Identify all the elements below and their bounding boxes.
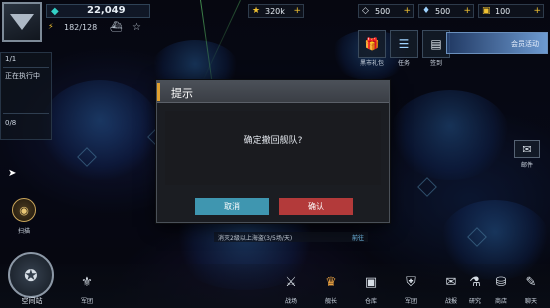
task-icon: ☰ [398, 37, 410, 51]
resource-value: 500 [435, 7, 451, 16]
plus-icon[interactable]: + [403, 6, 411, 16]
mouse-cursor-icon: ➤ [8, 168, 17, 179]
quick-menu-label: 黑市礼包 [359, 60, 384, 67]
star-outline-icon[interactable]: ☆ [132, 22, 141, 33]
resource-value: 500 [375, 7, 391, 16]
resource-crystal[interactable]: ◇ 500 + [358, 4, 414, 18]
top-bar: ◆ 22,049 ⚡ 182/128 ⛴ ☆ ★ 320k + ◇ 500 + … [0, 0, 550, 42]
player-emblem[interactable] [2, 2, 42, 42]
fleet-status: 正在执行中 [5, 72, 40, 80]
captain-icon: ♛ [325, 274, 337, 290]
game-map[interactable]: ◆ 22,049 ⚡ 182/128 ⛴ ☆ ★ 320k + ◇ 500 + … [0, 0, 550, 308]
lightning-icon: ⚡ [48, 22, 54, 31]
research-nav-button[interactable]: ⚗ [462, 270, 488, 294]
mission-go-link[interactable]: 前往 [352, 233, 364, 242]
captain-nav-button[interactable]: ♛ [318, 270, 344, 294]
shield-icon: ⛨ [406, 274, 416, 290]
space-station-button[interactable]: ✪ [8, 252, 54, 298]
mission-text: 消灭2级以上海盗(3/5场/天) [218, 235, 293, 242]
nav-label: 商店 [494, 298, 507, 305]
divider [3, 67, 49, 68]
dialog-header: 提示 [157, 81, 389, 103]
mission-strip[interactable]: 消灭2级以上海盗(3/5场/天) 前往 [214, 232, 368, 242]
chat-nav-button[interactable]: ✎ [518, 270, 544, 294]
warehouse-nav-button[interactable]: ▣ [358, 270, 384, 294]
dialog-accent-bar [157, 83, 160, 101]
black-market-button[interactable]: 🎁 [358, 30, 386, 58]
battle-icon: ⚔ [285, 274, 297, 290]
fleet-queue-count: 0/8 [5, 119, 17, 127]
dialog-message: 确定撤回舰队? [243, 136, 303, 146]
scan-button[interactable]: ◉ [12, 198, 36, 222]
scan-label: 扫描 [17, 228, 30, 235]
confirm-button[interactable]: 确认 [279, 198, 353, 215]
fleet-display[interactable]: ⚡ 182/128 [46, 22, 100, 34]
cart-icon: ⛁ [495, 274, 507, 290]
plus-icon[interactable]: + [463, 6, 471, 16]
crystal-icon: ◇ [362, 6, 369, 16]
dialog-body: 确定撤回舰队? [165, 111, 381, 185]
nav-label: 仓库 [364, 298, 377, 305]
quick-menu-label: 任务 [397, 60, 410, 67]
task-button[interactable]: ☰ [390, 30, 418, 58]
confirm-dialog: 提示 确定撤回舰队? 取消 确认 [156, 80, 390, 223]
fleet-count: 182/128 [64, 23, 98, 32]
mail-label: 邮件 [520, 162, 533, 169]
resource-value: 320k [265, 7, 285, 16]
nav-label: 聊天 [524, 298, 537, 305]
plus-icon[interactable]: + [533, 6, 541, 16]
flask-icon: ⚗ [469, 274, 481, 290]
station-label: 空间站 [21, 297, 43, 305]
chest-icon: ▣ [482, 6, 491, 16]
star-icon: ★ [252, 6, 261, 16]
wings-icon: ⚜ [81, 274, 93, 290]
resource-star[interactable]: ★ 320k + [248, 4, 304, 18]
report-nav-button[interactable]: ✉ [438, 270, 464, 294]
dialog-title: 提示 [171, 87, 193, 100]
radar-icon: ◉ [19, 203, 29, 217]
quick-menu-label: 签到 [429, 60, 442, 67]
event-label: 会员活动 [511, 40, 539, 48]
fleet-panel[interactable]: 1/1 正在执行中 0/8 [0, 52, 52, 140]
nav-label: 舰长 [324, 298, 337, 305]
event-banner[interactable]: 会员活动 [446, 32, 548, 54]
cancel-button[interactable]: 取消 [195, 198, 269, 215]
box-icon: ▣ [364, 274, 378, 290]
resource-chest[interactable]: ▣ 100 + [478, 4, 544, 18]
chat-icon: ✎ [525, 274, 537, 290]
resource-gem[interactable]: ♦ 500 + [418, 4, 474, 18]
plus-icon[interactable]: + [293, 6, 301, 16]
diamond-icon: ◆ [51, 6, 59, 17]
calendar-icon: ▤ [430, 37, 442, 51]
battlefield-nav-button[interactable]: ⚔ [278, 270, 304, 294]
power-value: 22,049 [87, 5, 126, 16]
legion2-nav-button[interactable]: ⛨ [398, 270, 424, 294]
mail-icon: ✉ [522, 142, 532, 156]
nav-label: 军团 [80, 298, 93, 305]
mail-button[interactable]: ✉ [514, 140, 540, 158]
station-icon: ✪ [24, 265, 38, 285]
legion-nav-button[interactable]: ⚜ [74, 270, 100, 294]
fleet-slot-count: 1/1 [5, 55, 17, 63]
power-display: ◆ 22,049 [46, 4, 150, 18]
resource-value: 100 [495, 7, 511, 16]
nav-label: 战场 [284, 298, 297, 305]
gem-icon: ♦ [422, 6, 431, 16]
nav-label: 军团 [404, 298, 417, 305]
report-icon: ✉ [445, 274, 457, 290]
shop-nav-button[interactable]: ⛁ [488, 270, 514, 294]
ship-icon[interactable]: ⛴ [110, 22, 123, 33]
divider [3, 113, 49, 114]
gift-icon: 🎁 [364, 37, 380, 51]
emblem-icon [10, 14, 34, 30]
